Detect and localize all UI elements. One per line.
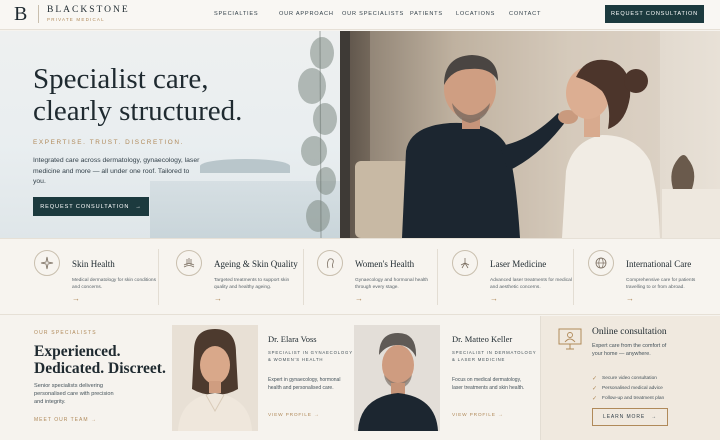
view-profile-link[interactable]: VIEW PROFILE → — [452, 413, 503, 418]
hero-consultation-photo — [340, 31, 720, 238]
logo-mark: B — [14, 3, 28, 25]
globe-icon — [588, 250, 614, 276]
service-description: Medical dermatology for skin conditions … — [72, 278, 156, 291]
hero-description: Integrated care across dermatology, gyna… — [33, 157, 200, 185]
service-title: Women's Health — [355, 259, 415, 269]
hero-cta-label: REQUEST CONSULTATION — [40, 203, 130, 210]
service-card-womens-health[interactable]: Women's Health Gynaecology and hormonal … — [317, 239, 435, 316]
sparkle-icon — [34, 250, 60, 276]
skin-layers-icon — [176, 250, 202, 276]
learn-more-label: LEARN MORE — [603, 414, 646, 420]
page: B BLACKSTONE PRIVATE MEDICAL SPECIALTIES… — [0, 0, 720, 440]
learn-more-button[interactable]: LEARN MORE → — [592, 408, 668, 426]
hero-hill — [200, 159, 290, 173]
specialists-section: OUR SPECIALISTS Experienced. Dedicated. … — [0, 316, 720, 440]
online-consultation-panel: Online consultation Expert care from the… — [540, 316, 720, 440]
service-title: Laser Medicine — [490, 259, 547, 269]
check-icon: ✓ — [592, 396, 598, 402]
service-title: Ageing & Skin Quality — [214, 259, 298, 269]
specialists-heading: Experienced. Dedicated. Discreet. — [34, 343, 166, 377]
service-description: Comprehensive care for patients travelli… — [626, 278, 696, 291]
main-menu: SPECIALTIES OUR APPROACH OUR SPECIALISTS… — [214, 11, 559, 17]
top-navigation: B BLACKSTONE PRIVATE MEDICAL SPECIALTIES… — [0, 0, 720, 30]
service-card-skin-health[interactable]: Skin Health Medical dermatology for skin… — [34, 239, 156, 316]
arrow-right-icon[interactable]: → — [72, 294, 80, 303]
hero-request-consultation-button[interactable]: REQUEST CONSULTATION → — [33, 197, 149, 216]
feature-label: Personalised medical advice — [602, 386, 663, 391]
service-card-laser-medicine[interactable]: Laser Medicine Advanced laser treatments… — [452, 239, 572, 316]
check-icon: ✓ — [592, 376, 598, 382]
service-description: Targeted treatments to support skin qual… — [214, 278, 290, 291]
brand-subtitle: PRIVATE MEDICAL — [47, 17, 105, 22]
meet-our-team-link[interactable]: MEET OUR TEAM → — [34, 417, 97, 423]
consultation-illustration — [340, 31, 720, 238]
check-icon: ✓ — [592, 386, 598, 392]
laser-icon — [452, 250, 478, 276]
tree-silhouette — [298, 31, 337, 238]
service-card-international-care[interactable]: International Care Comprehensive care fo… — [588, 239, 714, 316]
service-card-ageing-skin-quality[interactable]: Ageing & Skin Quality Targeted treatment… — [176, 239, 301, 316]
header-request-consultation-button[interactable]: REQUEST CONSULTATION — [605, 5, 704, 23]
arrow-right-icon: → — [135, 203, 142, 210]
logo-divider — [38, 5, 39, 23]
brand: BLACKSTONE PRIVATE MEDICAL — [47, 4, 130, 23]
brand-name: BLACKSTONE — [47, 4, 130, 15]
arrow-right-icon[interactable]: → — [214, 294, 222, 303]
nav-our-specialists[interactable]: OUR SPECIALISTS — [342, 11, 410, 17]
feature-label: Secure video consultation — [602, 376, 657, 381]
view-profile-link[interactable]: VIEW PROFILE → — [268, 413, 319, 418]
divider — [303, 249, 304, 305]
service-description: Gynaecology and hormonal health through … — [355, 278, 429, 291]
woman-profile-icon — [317, 250, 343, 276]
online-consultation-description: Expert care from the comfort of your hom… — [592, 343, 667, 357]
arrow-right-icon[interactable]: → — [626, 294, 634, 303]
feature-item: ✓ Secure video consultation — [592, 374, 664, 384]
arrow-right-icon[interactable]: → — [355, 294, 363, 303]
doctor-photo-elara-voss[interactable] — [172, 325, 258, 431]
nav-patients[interactable]: PATIENTS — [410, 11, 456, 17]
hero-tagline: EXPERTISE. TRUST. DISCRETION. — [33, 139, 184, 146]
divider — [573, 249, 574, 305]
doctor-name: Dr. Matteo Keller — [452, 334, 513, 344]
doctor-name: Dr. Elara Voss — [268, 334, 317, 344]
doctor-role: SPECIALIST IN DERMATOLOGY & LASER MEDICI… — [452, 350, 537, 362]
feature-item: ✓ Personalised medical advice — [592, 384, 664, 394]
service-description: Advanced laser treatments for medical an… — [490, 278, 572, 291]
doctor-role: SPECIALIST IN GYNAECOLOGY & WOMEN'S HEAL… — [268, 350, 353, 362]
section-eyebrow: OUR SPECIALISTS — [34, 330, 97, 336]
nav-our-approach[interactable]: OUR APPROACH — [279, 11, 342, 17]
online-consultation-title: Online consultation — [592, 327, 667, 337]
arrow-right-icon[interactable]: → — [490, 294, 498, 303]
doctor-portrait — [354, 325, 440, 431]
specialists-description: Senior specialists delivering personalis… — [34, 383, 114, 406]
feature-item: ✓ Follow-up and treatment plan — [592, 394, 664, 404]
monitor-doctor-icon — [558, 328, 582, 350]
feature-list: ✓ Secure video consultation ✓ Personalised… — [592, 374, 664, 404]
divider — [437, 249, 438, 305]
divider — [158, 249, 159, 305]
feature-label: Follow-up and treatment plan — [602, 396, 665, 401]
doctor-photo-matteo-keller[interactable] — [354, 325, 440, 431]
nav-contact[interactable]: CONTACT — [509, 11, 559, 17]
hero-section: Specialist care, clearly structured. EXP… — [0, 31, 720, 238]
nav-specialties[interactable]: SPECIALTIES — [214, 11, 279, 17]
hero-title: Specialist care, clearly structured. — [33, 63, 243, 127]
doctor-portrait — [172, 325, 258, 431]
nav-locations[interactable]: LOCATIONS — [456, 11, 509, 17]
doctor-description: Focus on medical dermatology, laser trea… — [452, 377, 525, 391]
service-title: International Care — [626, 259, 692, 269]
services-strip: Skin Health Medical dermatology for skin… — [0, 238, 720, 315]
arrow-right-icon: → — [651, 414, 657, 420]
logo[interactable]: B BLACKSTONE PRIVATE MEDICAL — [14, 4, 130, 24]
service-title: Skin Health — [72, 259, 115, 269]
doctor-description: Expert in gynaecology, hormonal health a… — [268, 377, 341, 391]
